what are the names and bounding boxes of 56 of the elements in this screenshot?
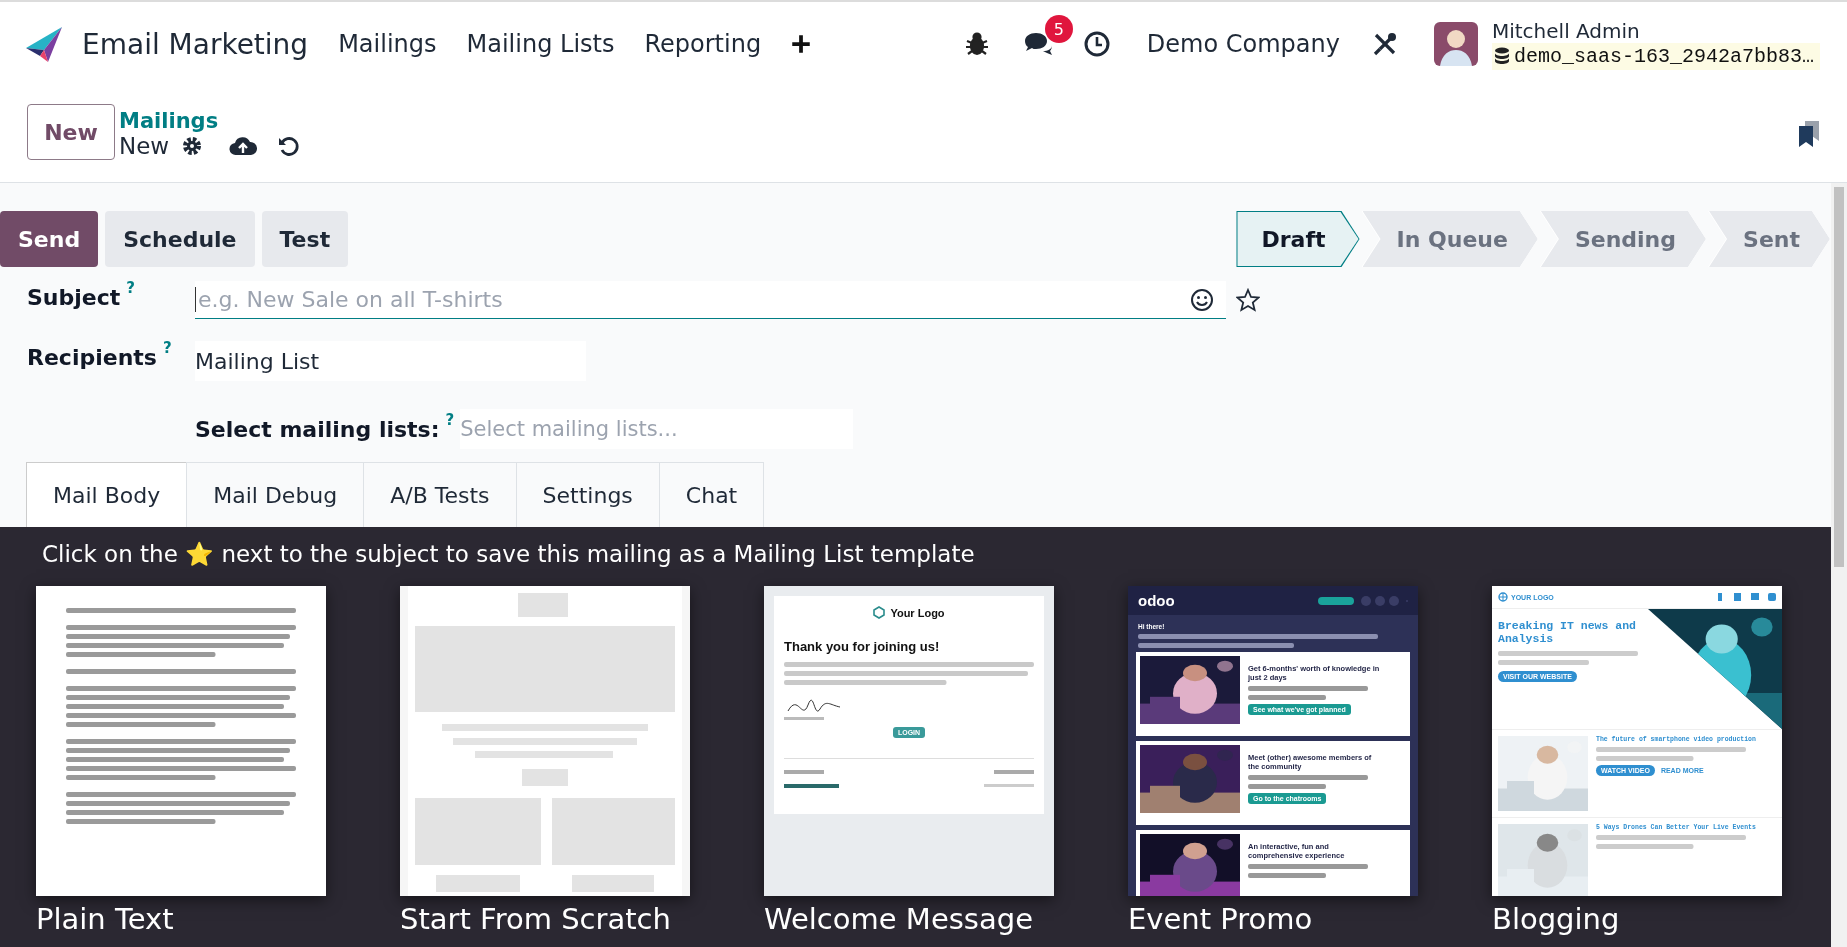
- template-preview[interactable]: [1128, 586, 1418, 896]
- field-label: Subject: [27, 285, 121, 310]
- action-button[interactable]: Test: [261, 211, 349, 267]
- menu-item[interactable]: Mailing Lists: [466, 30, 615, 58]
- template-name: Blogging: [1492, 902, 1621, 936]
- status-step[interactable]: In Queue: [1361, 211, 1538, 267]
- send-button[interactable]: Send: [0, 211, 99, 267]
- breadcrumb-link[interactable]: Mailings: [119, 109, 300, 133]
- tab[interactable]: Mail Debug: [186, 462, 365, 527]
- clock-icon[interactable]: [1082, 30, 1111, 58]
- help-mark[interactable]: ?: [126, 279, 135, 310]
- settings-icon[interactable]: [181, 135, 204, 157]
- menu-item[interactable]: Reporting: [644, 30, 762, 58]
- email-title: Thank you for joining us!: [784, 639, 941, 654]
- cloud-upload-icon[interactable]: [229, 135, 258, 157]
- emoji-icon[interactable]: [1190, 287, 1214, 312]
- field-label: Recipients: [27, 345, 157, 370]
- template-name: Start From Scratch: [400, 902, 672, 936]
- tab[interactable]: Mail Body: [26, 462, 188, 527]
- recipients-select[interactable]: Mailing List: [195, 341, 586, 381]
- star-icon[interactable]: [1236, 288, 1260, 312]
- unread-badge: 5: [1044, 15, 1073, 43]
- hexagon-logo-icon: [873, 606, 886, 619]
- undo-icon[interactable]: [277, 135, 300, 157]
- help-mark[interactable]: ?: [162, 339, 172, 370]
- brand-logo: odoo: [1138, 592, 1175, 609]
- action-button[interactable]: Schedule: [105, 211, 255, 267]
- template-hint: Click on the ⭐ next to the subject to save this mailing as a Mailing List template: [42, 541, 976, 568]
- article-title: Breaking IT news and Analysis: [1498, 619, 1638, 645]
- app-name[interactable]: Email Marketing: [82, 27, 309, 61]
- database-name: demo_saas-163_2942a7bb83…: [1513, 44, 1814, 68]
- new-button[interactable]: New: [27, 104, 115, 160]
- status-step[interactable]: Draft: [1236, 211, 1360, 267]
- chat-icon[interactable]: [1022, 31, 1053, 57]
- bug-icon[interactable]: [964, 31, 989, 57]
- globe-icon: [1498, 592, 1508, 602]
- template-name: Welcome Message: [764, 902, 1034, 936]
- menu-item[interactable]: Mailings: [338, 30, 437, 58]
- record-name: New: [119, 133, 170, 159]
- template-name: Plain Text: [36, 902, 175, 936]
- app-logo: [24, 24, 64, 64]
- social-icons-drawing: [1716, 593, 1776, 601]
- field-label: Select mailing lists:: [195, 416, 440, 442]
- database-icon: [1493, 47, 1510, 65]
- user-avatar[interactable]: [1433, 22, 1478, 66]
- status-step[interactable]: Sent: [1708, 211, 1830, 267]
- plus-icon[interactable]: [791, 34, 812, 54]
- bookmarks-icon[interactable]: [1798, 120, 1820, 148]
- tab[interactable]: Chat: [658, 462, 765, 527]
- status-step[interactable]: Sending: [1539, 211, 1707, 267]
- template-name: Event Promo: [1128, 902, 1314, 936]
- help-mark[interactable]: ?: [445, 410, 455, 442]
- logo-text: Your Logo: [890, 606, 945, 619]
- company-switcher[interactable]: Demo Company: [1146, 30, 1340, 58]
- tools-icon[interactable]: [1371, 31, 1398, 57]
- user-name[interactable]: Mitchell Admin: [1491, 18, 1820, 43]
